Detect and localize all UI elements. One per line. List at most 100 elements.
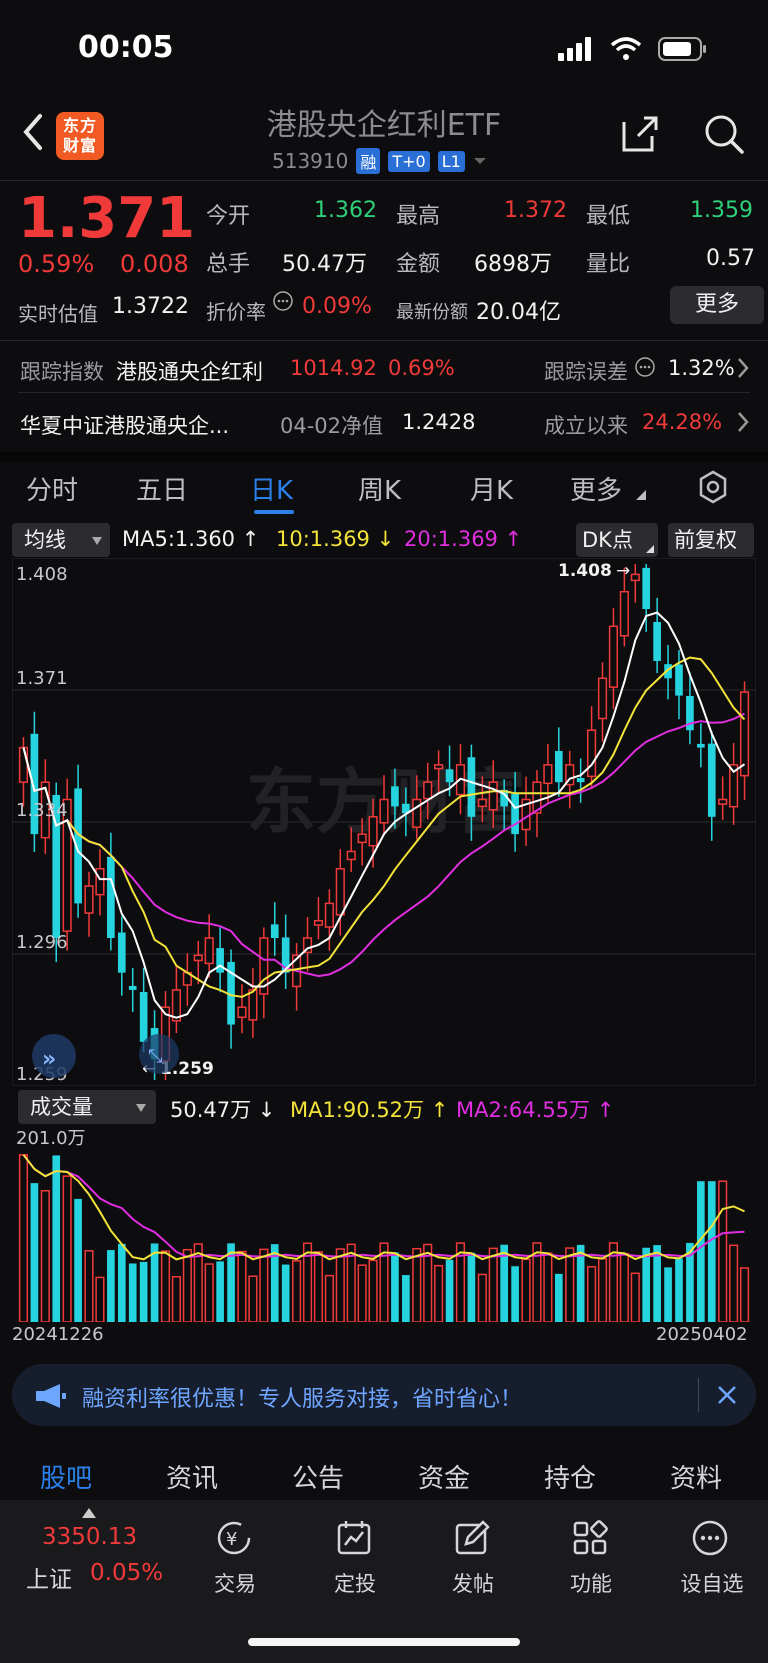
nav-add-watchlist[interactable]: 设自选 [664,1568,760,1598]
megaphone-icon [36,1384,66,1408]
candle-body [675,664,683,696]
amount-value: 6898万 [474,252,552,277]
close-icon[interactable] [716,1384,738,1406]
volume-bar [357,1264,367,1322]
adjust-button[interactable]: 前复权 [668,523,754,557]
volume-value: 50.47万 [170,1098,252,1122]
nav-post[interactable]: 发帖 [428,1568,518,1598]
dk-label: DK点 [582,528,633,552]
tab-monthly-k[interactable]: 月K [470,470,513,507]
shares-value: 20.04亿 [476,300,561,325]
tab-intraday[interactable]: 分时 [26,470,78,507]
gear-icon[interactable] [696,470,730,504]
tab-daily-k[interactable]: 日K [250,470,293,507]
candle-body [204,937,214,965]
tag-level: L1 [437,150,465,172]
invest-plan-icon[interactable] [334,1518,374,1558]
candle-body [576,778,585,783]
index-pct: 0.05% [90,1560,164,1586]
more-button[interactable]: 更多 [670,286,764,324]
vol-ma1-value: MA1:90.52万 [290,1098,425,1122]
signal-icon [558,37,591,61]
tab-funds[interactable]: 资金 [418,1458,470,1495]
candle-body [630,573,640,582]
track-label: 跟踪指数 [20,360,104,384]
promo-banner[interactable]: 融资利率很优惠！专人服务对接，省时省心！ [12,1364,756,1426]
volume-bar [664,1267,672,1322]
volume-bar [171,1276,181,1322]
ma-selector-label: 均线 [24,528,66,552]
tab-news[interactable]: 资讯 [166,1458,218,1495]
battery-icon [658,37,706,61]
volume-legend: 50.47万 ↓ [170,1098,276,1122]
candle-body [412,798,422,828]
nav-value: 1.2428 [402,410,476,434]
resize-icon: ⤡ [148,1046,162,1067]
volume-bar [675,1258,683,1322]
tab-more[interactable]: 更多 [570,470,622,507]
divider [0,340,768,341]
candle-body [445,769,454,783]
tab-holdings[interactable]: 持仓 [544,1458,596,1495]
info-icon[interactable] [634,356,656,378]
candle-body [642,567,651,610]
open-value: 1.362 [314,198,377,223]
volume-bar [402,1275,410,1322]
ratio-label: 量比 [586,252,631,277]
max-arrow: → [616,561,630,581]
search-icon[interactable] [702,112,746,156]
nav-functions[interactable]: 功能 [546,1568,636,1598]
volume-bar [554,1273,563,1322]
fund-code-row[interactable]: 513910 融 T+0 L1 [272,148,487,174]
kline-chart[interactable]: 东方财富 1.408 1.371 1.334 1.296 1.259 1.408… [12,558,756,1086]
candle-body [357,833,367,844]
y-label-4: 1.296 [16,932,68,953]
volume-bar [543,1252,553,1322]
candle-body [324,902,334,928]
tab-profile[interactable]: 资料 [670,1458,722,1495]
nav-invest-plan[interactable]: 定投 [310,1568,400,1598]
volume-bar [84,1250,94,1322]
est-label: 实时估值 [18,302,98,326]
volume-bar [216,1261,224,1322]
volume-selector[interactable]: 成交量 [18,1090,156,1124]
date-start: 20241226 [12,1324,104,1345]
volume-bar [597,1258,608,1322]
share-icon[interactable] [618,112,662,156]
nav-trade[interactable]: 交易 [190,1568,280,1598]
max-price-label: 1.408 [558,561,612,581]
date-end: 20250402 [656,1324,748,1345]
triangle-icon [636,490,646,500]
candle-body [95,868,105,896]
ma10-legend: 10:1.369 ↓ [276,527,395,551]
tab-announcements[interactable]: 公告 [292,1458,344,1495]
volume-bar [739,1267,750,1322]
volume-chart[interactable]: 201.0万 [12,1126,756,1322]
more-dots-icon[interactable] [690,1518,730,1558]
tab-five-day[interactable]: 五日 [136,470,188,507]
tab-active-indicator [254,510,294,514]
tab-forum[interactable]: 股吧 [40,1458,92,1495]
index-value[interactable]: 3350.13 [42,1524,137,1550]
tab-weekly-k[interactable]: 周K [358,470,401,507]
caret-up-icon [82,1508,96,1518]
dk-point-button[interactable]: DK点 [576,523,658,557]
candle-body [488,781,498,811]
fund-name[interactable]: 华夏中证港股通央企... [20,410,229,440]
info-icon[interactable] [272,290,294,312]
trade-icon[interactable]: ¥ [214,1518,254,1558]
double-chevron-icon: » [42,1047,56,1072]
chevron-right-icon[interactable] [736,410,750,434]
change-value: 0.008 [120,250,189,278]
volume-bar [40,1190,50,1322]
ma-selector[interactable]: 均线 [12,523,110,557]
chevron-right-icon[interactable] [736,356,750,380]
last-price: 1.371 [18,186,196,251]
edit-post-icon[interactable] [452,1518,492,1558]
track-name[interactable]: 港股通央企红利 [116,356,263,386]
track-value: 1014.92 [290,356,377,380]
error-value: 1.32% [668,356,735,380]
candle-body [391,786,399,807]
grid-functions-icon[interactable] [570,1518,610,1558]
volume-bar [30,1183,39,1322]
